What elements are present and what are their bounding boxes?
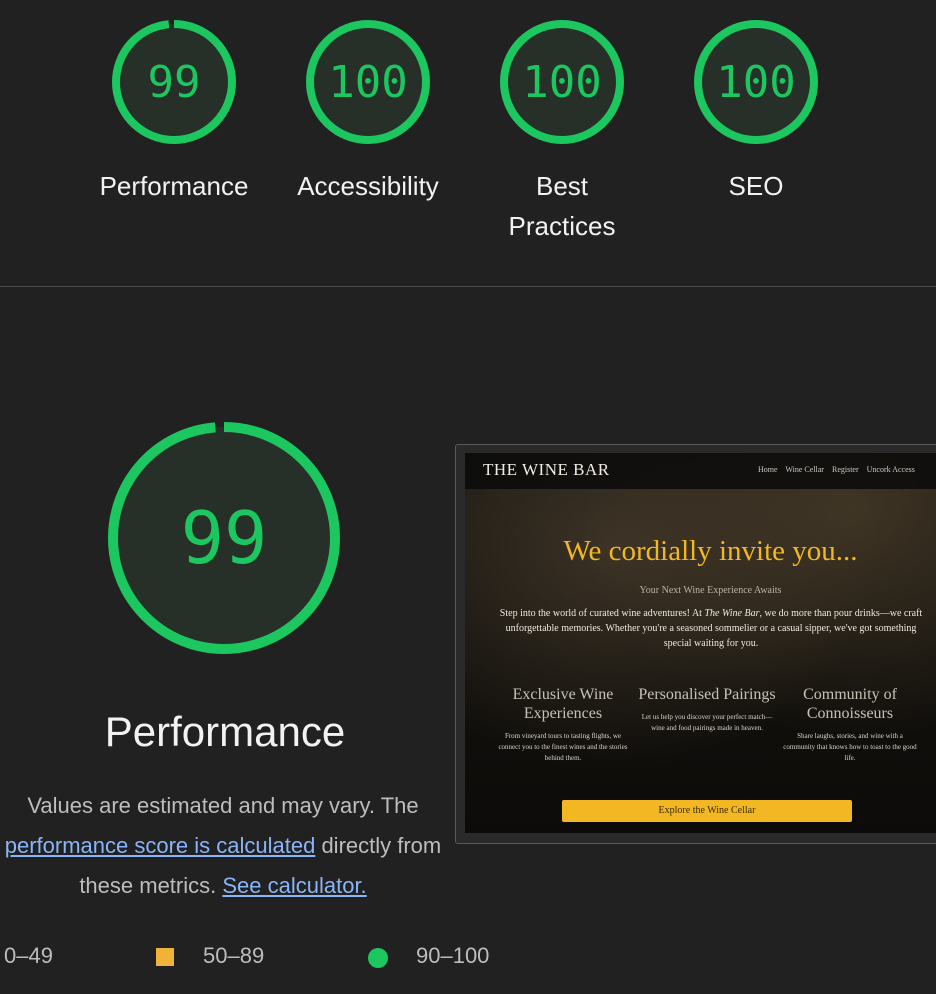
screenshot-intro: Step into the world of curated wine adve… [495,606,927,651]
main-title: Performance [104,708,346,755]
screenshot-feature: Personalised Pairings Let us help you di… [638,685,776,734]
screenshot-nav-item: Home [758,465,778,474]
screenshot-page: THE WINE BAR Home Wine Cellar Register U… [465,453,936,833]
screenshot-cta-button: Explore the Wine Cellar [562,800,852,822]
gauge-accessibility[interactable]: 100 [304,18,432,146]
screenshot-navbar: THE WINE BAR Home Wine Cellar Register U… [465,453,936,489]
gauge-seo[interactable]: 100 [692,18,820,146]
legend-fail-label: 0–49 [4,943,53,968]
screenshot-nav-item: Register [831,465,859,474]
main-score: 99 [180,496,268,580]
gauge-score: 100 [328,56,408,108]
desc-prefix: Values are estimated and may vary. The [27,793,419,818]
feature-body: Share laughs, stories, and wine with a c… [783,732,917,762]
section-divider [0,286,936,287]
feature-title: Community of Connoisseurs [803,686,897,722]
see-calculator-link[interactable]: See calculator. [222,873,366,898]
final-screenshot[interactable]: THE WINE BAR Home Wine Cellar Register U… [455,444,936,844]
screenshot-feature: Exclusive Wine Experiences From vineyard… [494,685,632,764]
gauge-best-practices[interactable]: 100 [498,18,626,146]
intro-start: Step into the world of curated wine adve… [499,608,705,619]
gauge-performance[interactable]: 99 [110,18,238,146]
screenshot-hero-title: We cordially invite you... [563,535,858,567]
gauge-score: 100 [522,56,602,108]
legend-average-label: 50–89 [203,943,265,968]
gauge-label: SEO [728,171,784,201]
performance-description: Values are estimated and may vary. The p… [0,786,466,906]
legend-pass-circle-icon [368,948,388,968]
legend-average-square-icon [156,948,174,966]
feature-title: Personalised Pairings [638,686,776,703]
legend-pass-label: 90–100 [416,943,490,968]
gauge-label: Performance [99,171,249,201]
intro-brand: The Wine Bar [704,608,760,619]
score-calculation-link[interactable]: performance score is calculated [5,833,316,858]
gauge-score: 99 [147,56,201,108]
feature-body: From vineyard tours to tasting flights, … [498,732,628,762]
main-performance-gauge: 99 [104,418,344,658]
gauge-score: 100 [716,56,796,108]
screenshot-nav-item: Uncork Access [866,465,915,474]
feature-body: Let us help you discover your perfect ma… [641,713,773,732]
screenshot-nav-links: Home Wine Cellar Register Uncork Access [758,465,921,474]
gauge-label: Accessibility [297,171,439,201]
screenshot-subtitle: Your Next Wine Experience Awaits [639,585,782,596]
screenshot-brand: THE WINE BAR [483,460,610,479]
screenshot-feature: Community of Connoisseurs Share laughs, … [781,685,919,764]
score-legend: 0–49 50–89 90–100 [0,938,936,972]
feature-title: Exclusive Wine Experiences [512,686,614,722]
gauge-label: Best Practices [508,171,616,241]
screenshot-nav-item: Wine Cellar [785,465,824,474]
